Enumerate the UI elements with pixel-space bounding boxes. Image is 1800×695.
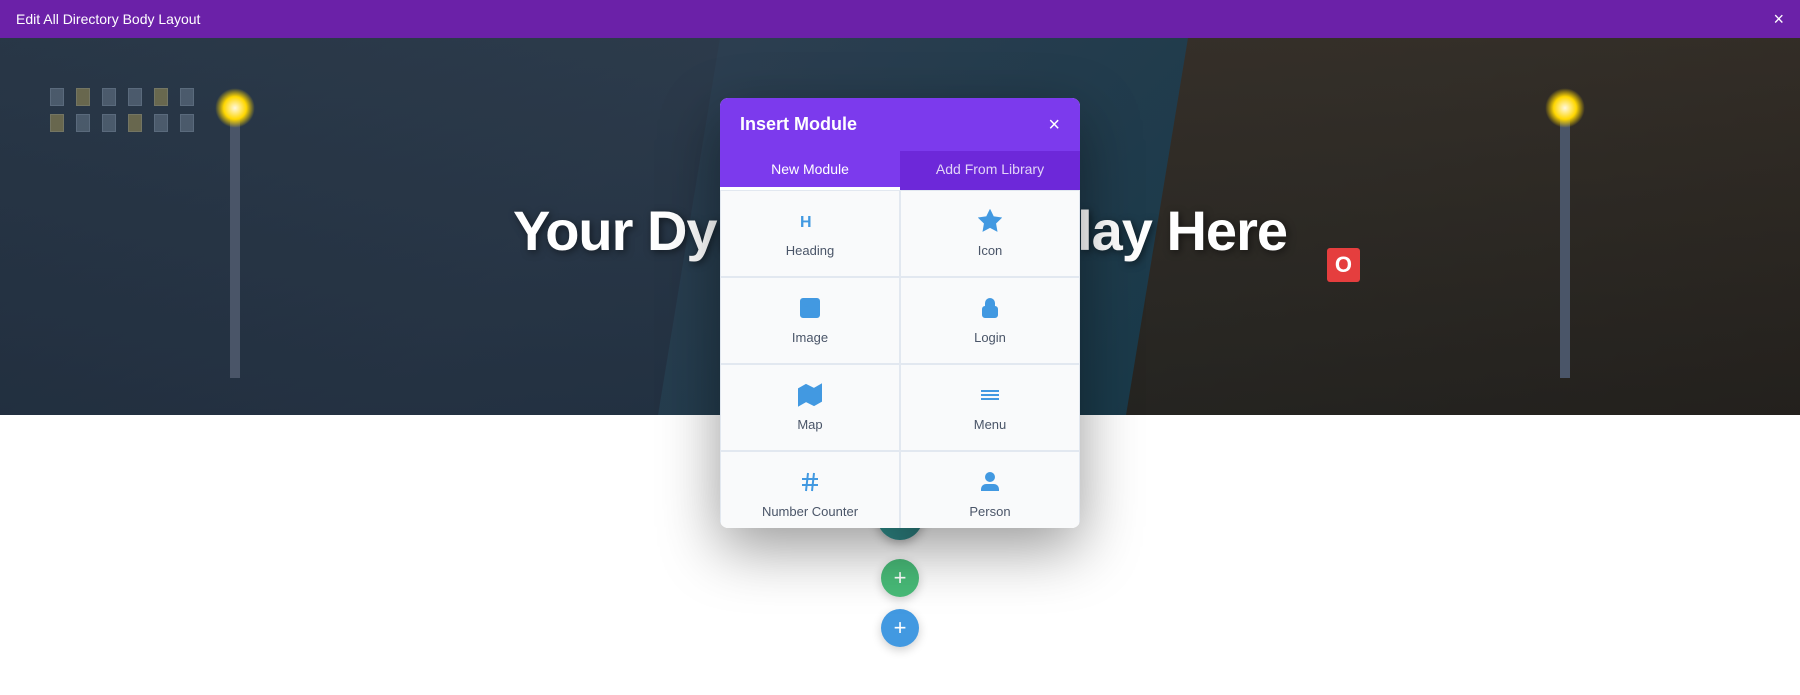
module-grid: H Heading Icon Image [720,190,1080,528]
heading-label: Heading [786,243,834,258]
image-label: Image [792,330,828,345]
heading-icon: H [798,209,822,237]
module-item-map[interactable]: Map [720,364,900,451]
module-item-person[interactable]: Person [900,451,1080,528]
login-label: Login [974,330,1006,345]
modal-tabs: New Module Add From Library [720,151,1080,190]
modal-header: Insert Module × [720,98,1080,151]
menu-label: Menu [974,417,1007,432]
map-icon [798,383,822,411]
menu-icon [978,383,1002,411]
modal-close-button[interactable]: × [1048,115,1060,135]
module-item-heading[interactable]: H Heading [720,190,900,277]
insert-module-modal: Insert Module × New Module Add From Libr… [720,98,1080,528]
module-item-image[interactable]: Image [720,277,900,364]
top-bar: Edit All Directory Body Layout × [0,0,1800,38]
svg-text:H: H [800,214,812,231]
modal-overlay: Insert Module × New Module Add From Libr… [0,38,1800,695]
background-scene: O Your Dynam Display Here + + Insert Mod… [0,38,1800,695]
tab-new-module[interactable]: New Module [720,151,900,190]
tab-add-from-library[interactable]: Add From Library [900,151,1080,190]
modal-title: Insert Module [740,114,857,135]
map-label: Map [797,417,822,432]
module-item-login[interactable]: Login [900,277,1080,364]
icon-module-icon [978,209,1002,237]
image-icon [798,296,822,324]
top-bar-close-button[interactable]: × [1773,10,1784,28]
number-counter-label: Number Counter [762,504,858,519]
module-item-menu[interactable]: Menu [900,364,1080,451]
module-item-icon[interactable]: Icon [900,190,1080,277]
login-icon [978,296,1002,324]
person-label: Person [969,504,1010,519]
person-icon [978,470,1002,498]
icon-label: Icon [978,243,1003,258]
number-counter-icon [798,470,822,498]
top-bar-title: Edit All Directory Body Layout [16,11,200,27]
module-item-number-counter[interactable]: Number Counter [720,451,900,528]
